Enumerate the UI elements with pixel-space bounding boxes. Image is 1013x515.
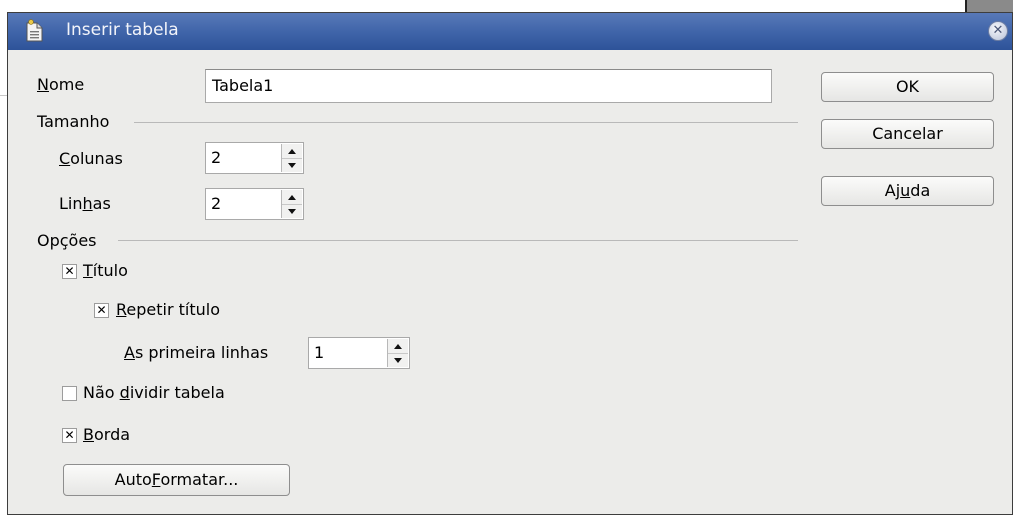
arrow-up-icon [288,194,296,200]
columns-decrement-button[interactable] [282,158,302,172]
first-rows-spinner[interactable]: 1 [308,337,410,369]
cancel-button[interactable]: Cancelar [821,119,994,149]
name-label: Nome [37,75,85,94]
heading-label[interactable]: Título [83,261,128,280]
rows-label: Linhas [59,194,111,213]
size-group-separator [134,122,798,123]
rows-spinner[interactable]: 2 [205,188,304,220]
columns-increment-button[interactable] [282,144,302,159]
arrow-down-icon [288,208,296,214]
help-button[interactable]: Ajuda [821,176,994,206]
rows-value[interactable]: 2 [211,189,221,219]
options-group-title: Opções [37,231,97,250]
arrow-down-icon [288,162,296,168]
arrow-up-icon [394,343,402,349]
arrow-up-icon [288,148,296,154]
border-checkbox[interactable]: ✕ [62,428,77,443]
autoformat-button[interactable]: AutoFormatar... [63,464,290,496]
columns-spinner[interactable]: 2 [205,142,304,174]
repeat-heading-label[interactable]: Repetir título [116,300,220,319]
close-icon[interactable]: ✕ [988,21,1008,41]
rows-decrement-button[interactable] [282,204,302,218]
dont-split-table-label[interactable]: Não dividir tabela [83,383,225,402]
rows-spinner-buttons [281,190,302,218]
title-bar[interactable]: Inserir tabela ✕ [8,13,1012,50]
first-rows-label: As primeira linhas [124,343,269,362]
document-icon [26,19,43,42]
first-rows-decrement-button[interactable] [388,353,408,367]
options-group-separator [118,240,798,241]
dialog-title: Inserir tabela [66,20,179,40]
first-rows-increment-button[interactable] [388,339,408,354]
border-label[interactable]: Borda [83,425,130,444]
size-group-title: Tamanho [37,112,110,131]
columns-label: Colunas [59,149,123,168]
first-rows-value[interactable]: 1 [314,338,324,368]
columns-spinner-buttons [281,144,302,172]
arrow-down-icon [394,357,402,363]
rows-increment-button[interactable] [282,190,302,205]
dont-split-table-checkbox[interactable] [62,386,77,401]
name-field[interactable]: Tabela1 [205,69,772,103]
columns-value[interactable]: 2 [211,143,221,173]
first-rows-spinner-buttons [387,339,408,367]
repeat-heading-checkbox[interactable]: ✕ [94,303,109,318]
insert-table-dialog: Inserir tabela ✕ Nome Tabela1 Tamanho Co… [7,12,1013,515]
heading-checkbox[interactable]: ✕ [62,264,77,279]
ok-button[interactable]: OK [821,72,994,102]
